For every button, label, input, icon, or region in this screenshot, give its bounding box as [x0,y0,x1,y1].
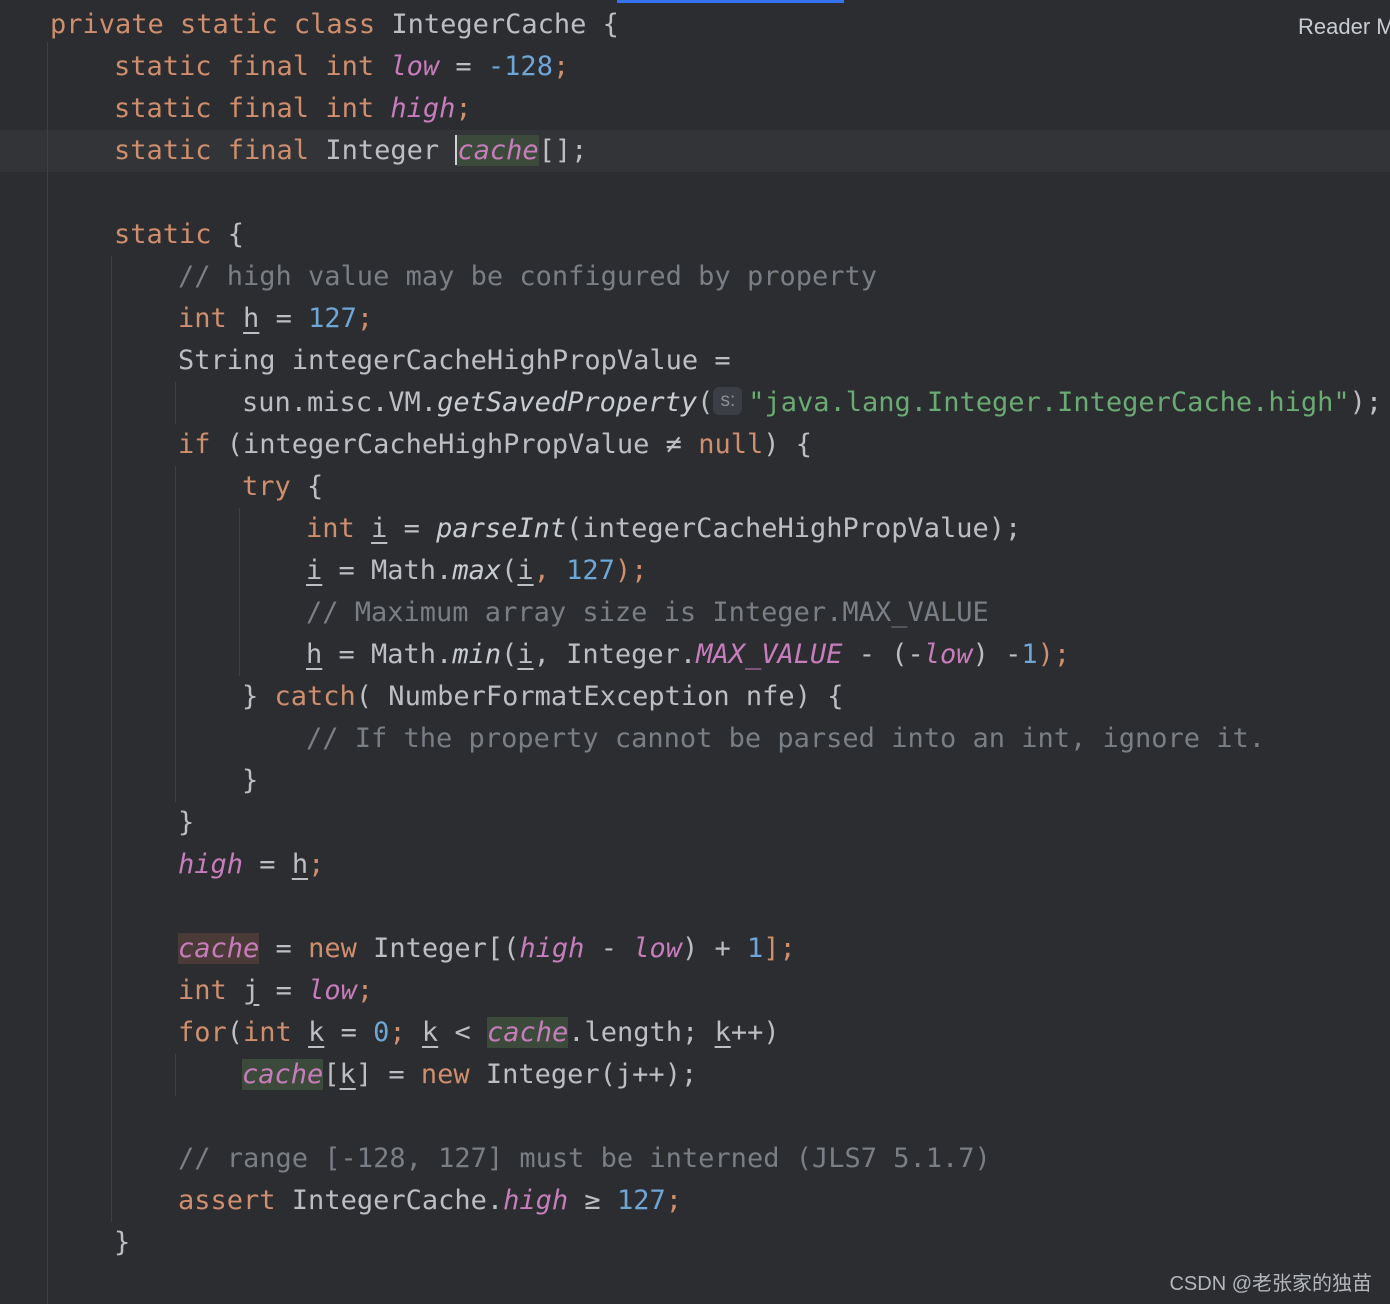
reader-mode-button[interactable]: Reader M [1298,14,1390,40]
watermark: CSDN @老张家的独苗 [1169,1273,1372,1295]
indent-guide [175,382,176,424]
code-editor[interactable]: Reader M private static class IntegerCac… [0,0,1390,1304]
code-line[interactable]: int i = parseInt(integerCacheHighPropVal… [306,508,1021,550]
code-line[interactable]: static final int high; [114,88,472,130]
code-comment[interactable]: // range [-128, 127] must be interned (J… [178,1138,991,1180]
parameter-hint: s: [713,386,743,415]
code-comment[interactable]: // If the property cannot be parsed into… [306,718,1265,760]
code-line[interactable]: try { [242,466,323,508]
code-line[interactable]: i = Math.max(i, 127); [306,550,647,592]
code-comment[interactable]: // Maximum array size is Integer.MAX_VAL… [306,592,989,634]
code-line[interactable]: int h = 127; [178,298,373,340]
code-line[interactable]: assert IntegerCache.high ≥ 127; [178,1180,682,1222]
code-line[interactable]: int j = low; [178,970,373,1012]
indent-guide [47,42,48,1304]
code-line[interactable]: high = h; [178,844,324,886]
code-line[interactable]: String integerCacheHighPropValue = [178,340,731,382]
code-line[interactable]: static { [114,214,244,256]
code-line[interactable]: for(int k = 0; k < cache.length; k++) [178,1012,780,1054]
code-line[interactable]: } [114,1222,130,1264]
code-line[interactable]: } catch( NumberFormatException nfe) { [242,676,843,718]
indent-guide [239,508,240,676]
code-line[interactable]: private static class IntegerCache { [50,4,619,46]
code-comment[interactable]: // high value may be configured by prope… [178,256,877,298]
code-line[interactable]: } [178,802,194,844]
text-caret [455,134,458,165]
code-line[interactable]: if (integerCacheHighPropValue ≠ null) { [178,424,812,466]
code-line[interactable]: static final Integer cache[]; [114,130,587,172]
indent-guide [175,466,176,802]
code-line[interactable]: static final int low = -128; [114,46,569,88]
code-line[interactable]: sun.misc.VM.getSavedProperty(s: "java.lan… [242,382,1382,424]
active-tab-indicator [617,0,844,3]
code-line[interactable]: cache[k] = new Integer(j++); [242,1054,697,1096]
code-line[interactable]: h = Math.min(i, Integer.MAX_VALUE - (-lo… [306,634,1070,676]
indent-guide [111,256,112,1222]
indent-guide [175,1054,176,1096]
code-line[interactable]: cache = new Integer[(high - low) + 1]; [178,928,796,970]
code-line[interactable]: } [242,760,258,802]
